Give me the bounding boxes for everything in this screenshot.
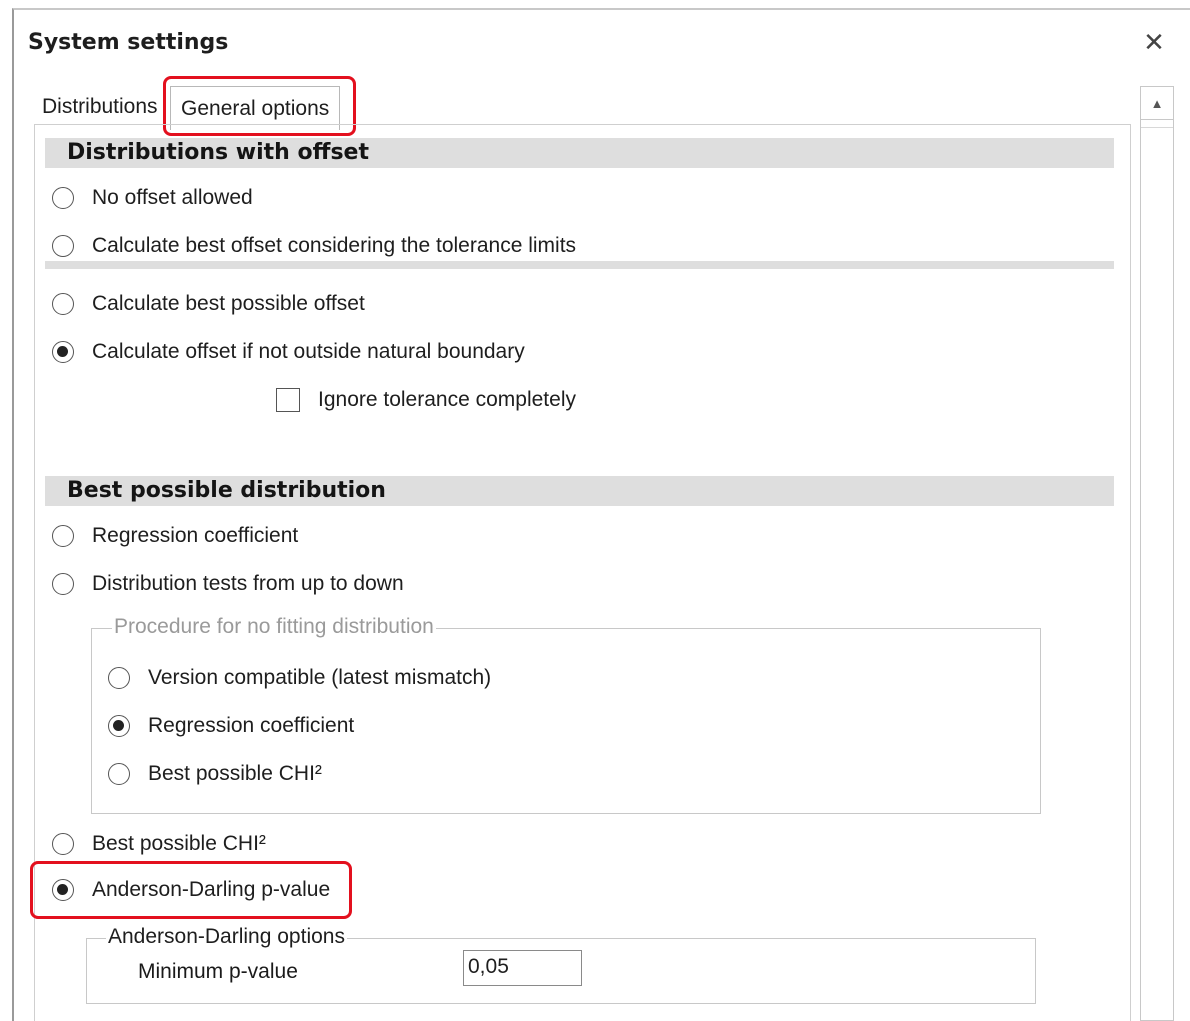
checkbox-ignore-tolerance[interactable]: Ignore tolerance completely — [276, 388, 576, 412]
radio-button[interactable] — [108, 763, 130, 785]
radio-button[interactable] — [52, 187, 74, 209]
tab-distributions[interactable]: Distributions — [42, 90, 158, 124]
no-fit-procedure-title: Procedure for no fitting distribution — [112, 615, 436, 639]
window-title: System settings — [28, 30, 229, 55]
radio-button[interactable] — [52, 235, 74, 257]
radio-best-offset-tolerance[interactable]: Calculate best offset considering the to… — [52, 234, 576, 258]
radio-label: No offset allowed — [92, 186, 253, 209]
radio-label: Distribution tests from up to down — [92, 572, 404, 595]
radio-regression-coefficient[interactable]: Regression coefficient — [52, 524, 298, 548]
radio-label: Best possible CHI² — [148, 762, 322, 785]
radio-label: Best possible CHI² — [92, 832, 266, 855]
checkbox[interactable] — [276, 388, 300, 412]
radio-no-offset[interactable]: No offset allowed — [52, 186, 253, 210]
radio-label: Regression coefficient — [92, 524, 299, 547]
radio-best-possible-offset[interactable]: Calculate best possible offset — [52, 292, 365, 316]
min-p-value-input[interactable]: 0,05 — [463, 950, 582, 986]
highlight-anderson-darling — [30, 861, 352, 919]
radio-nofit-best-chi[interactable]: Best possible CHI² — [108, 762, 322, 786]
radio-button[interactable] — [52, 833, 74, 855]
close-icon[interactable]: ✕ — [1140, 28, 1168, 56]
radio-label: Regression coefficient — [148, 714, 355, 737]
radio-nofit-regression[interactable]: Regression coefficient — [108, 714, 354, 738]
anderson-darling-options-title: Anderson-Darling options — [106, 925, 347, 949]
radio-label: Version compatible (latest mismatch) — [148, 666, 492, 689]
radio-distribution-tests[interactable]: Distribution tests from up to down — [52, 572, 404, 596]
distribution-section-header: Best possible distribution — [45, 476, 1114, 506]
radio-offset-natural-boundary[interactable]: Calculate offset if not outside natural … — [52, 340, 525, 364]
radio-label: Calculate best possible offset — [92, 292, 365, 315]
scroll-up-arrow-icon[interactable]: ▲ — [1141, 87, 1173, 120]
radio-version-compatible[interactable]: Version compatible (latest mismatch) — [108, 666, 491, 690]
radio-label: Calculate best offset considering the to… — [92, 234, 577, 257]
vertical-scrollbar[interactable]: ▲ — [1140, 86, 1174, 1021]
radio-button[interactable] — [52, 573, 74, 595]
radio-label: Calculate offset if not outside natural … — [92, 340, 525, 363]
offset-section-header: Distributions with offset — [45, 138, 1114, 168]
section-divider — [45, 261, 1114, 269]
radio-button[interactable] — [108, 715, 130, 737]
radio-best-possible-chi[interactable]: Best possible CHI² — [52, 832, 266, 856]
radio-button[interactable] — [108, 667, 130, 689]
min-p-value-label: Minimum p-value — [138, 960, 298, 983]
checkbox-label: Ignore tolerance completely — [318, 388, 576, 411]
radio-button[interactable] — [52, 293, 74, 315]
scroll-track[interactable] — [1141, 127, 1173, 1021]
radio-button[interactable] — [52, 341, 74, 363]
radio-button[interactable] — [52, 525, 74, 547]
